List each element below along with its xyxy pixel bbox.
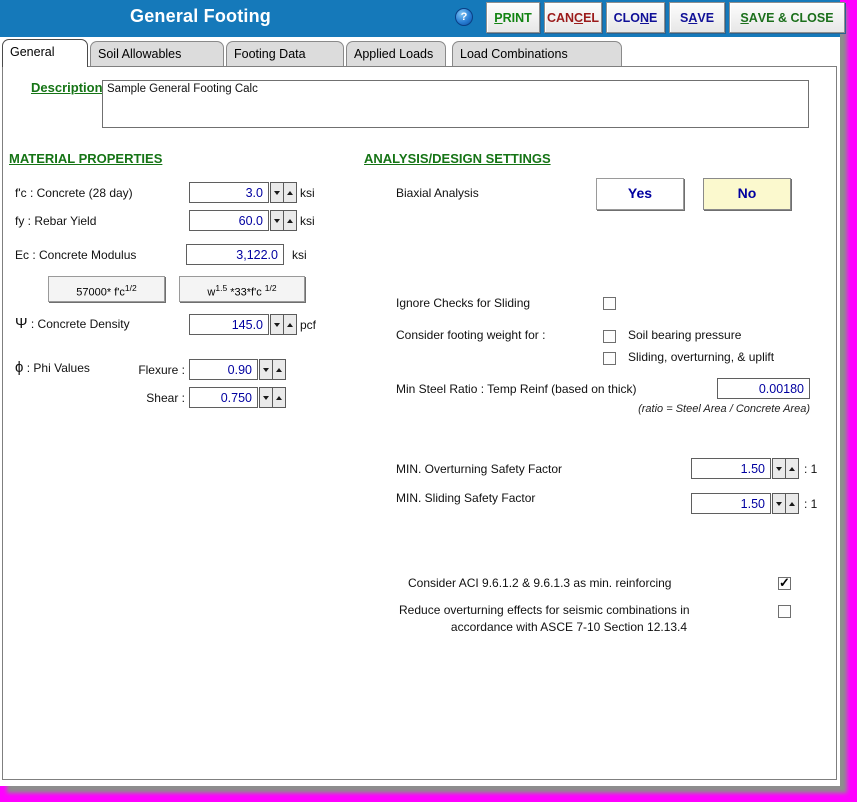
flexure-label: Flexure : xyxy=(138,363,185,377)
ec-formula-lightweight-button[interactable]: w1.5 *33*f'c 1/2 xyxy=(179,276,305,302)
fy-unit: ksi xyxy=(300,214,315,228)
fy-label: fy : Rebar Yield xyxy=(15,214,97,228)
spinner-up-icon[interactable] xyxy=(785,458,799,479)
spinner-down-icon[interactable] xyxy=(259,387,273,408)
tab-applied-loads[interactable]: Applied Loads xyxy=(346,41,446,67)
window-title: General Footing xyxy=(130,6,272,26)
spinner-down-icon[interactable] xyxy=(270,182,284,203)
description-input[interactable]: Sample General Footing Calc xyxy=(102,80,809,128)
ec-unit: ksi xyxy=(292,248,307,262)
sliding-sf-label: MIN. Sliding Safety Factor xyxy=(396,491,536,505)
density-spinner xyxy=(270,314,297,335)
title-bar-buttons: PRINT CANCEL CLONE SAVE SAVE & CLOSE xyxy=(486,2,845,33)
sliding-sf-suffix: : 1 xyxy=(804,497,818,511)
min-steel-ratio-label: Min Steel Ratio : Temp Reinf (based on t… xyxy=(396,382,637,396)
fc-unit: ksi xyxy=(300,186,315,200)
tab-general[interactable]: General xyxy=(2,39,88,67)
analysis-settings-header: ANALYSIS/DESIGN SETTINGS xyxy=(364,151,551,166)
min-steel-ratio-input[interactable] xyxy=(717,378,810,399)
tab-load-combinations[interactable]: Load Combinations xyxy=(452,41,622,67)
shear-input[interactable] xyxy=(189,387,258,408)
density-unit: pcf xyxy=(300,318,317,332)
fc-label: f'c : Concrete (28 day) xyxy=(15,186,133,200)
sliding-uplift-checkbox[interactable] xyxy=(603,352,616,365)
flexure-spinner xyxy=(259,359,286,380)
help-icon[interactable]: ? xyxy=(455,8,473,26)
overturning-sf-label: MIN. Overturning Safety Factor xyxy=(396,462,563,476)
description-label: Description xyxy=(31,80,103,95)
sliding-sf-spinner xyxy=(772,493,799,514)
general-footing-window: General Footing ? PRINT CANCEL CLONE SAV… xyxy=(0,0,845,786)
spinner-up-icon[interactable] xyxy=(283,182,297,203)
overturning-sf-input[interactable] xyxy=(691,458,771,479)
density-label: Ψ : Concrete Density xyxy=(15,315,130,332)
seismic-reduce-label-line1: Reduce overturning effects for seismic c… xyxy=(399,603,690,617)
sliding-uplift-label: Sliding, overturning, & uplift xyxy=(628,350,775,364)
steel-ratio-note: (ratio = Steel Area / Concrete Area) xyxy=(638,403,810,415)
save-close-button[interactable]: SAVE & CLOSE xyxy=(729,2,845,33)
overturning-sf-suffix: : 1 xyxy=(804,462,818,476)
ignore-sliding-label: Ignore Checks for Sliding xyxy=(396,296,531,310)
spinner-up-icon[interactable] xyxy=(283,210,297,231)
spinner-up-icon[interactable] xyxy=(272,387,286,408)
ec-label: Ec : Concrete Modulus xyxy=(15,248,137,262)
aci-min-reinf-label: Consider ACI 9.6.1.2 & 9.6.1.3 as min. r… xyxy=(408,576,672,590)
fc-input[interactable] xyxy=(189,182,269,203)
spinner-up-icon[interactable] xyxy=(272,359,286,380)
shear-label: Shear : xyxy=(146,391,185,405)
title-bar: General Footing ? PRINT CANCEL CLONE SAV… xyxy=(0,0,845,37)
fy-input[interactable] xyxy=(189,210,269,231)
fc-spinner xyxy=(270,182,297,203)
seismic-reduce-checkbox[interactable] xyxy=(778,605,791,618)
clone-button[interactable]: CLONE xyxy=(606,2,665,33)
psi-symbol: Ψ xyxy=(15,315,28,332)
spinner-down-icon[interactable] xyxy=(259,359,273,380)
fy-spinner xyxy=(270,210,297,231)
density-input[interactable] xyxy=(189,314,269,335)
spinner-down-icon[interactable] xyxy=(772,458,786,479)
seismic-reduce-label-line2: accordance with ASCE 7-10 Section 12.13.… xyxy=(450,620,688,634)
flexure-input[interactable] xyxy=(189,359,258,380)
general-tab-panel: Description Sample General Footing Calc … xyxy=(2,66,837,780)
ec-formula-normal-button[interactable]: 57000* f'c1/2 xyxy=(48,276,165,302)
save-button[interactable]: SAVE xyxy=(669,2,725,33)
biaxial-yes-button[interactable]: Yes xyxy=(596,178,684,210)
shear-spinner xyxy=(259,387,286,408)
soil-bearing-checkbox[interactable] xyxy=(603,330,616,343)
spinner-up-icon[interactable] xyxy=(785,493,799,514)
sliding-sf-input[interactable] xyxy=(691,493,771,514)
overturning-sf-spinner xyxy=(772,458,799,479)
phi-label: ϕ : Phi Values xyxy=(15,359,90,376)
material-properties-header: MATERIAL PROPERTIES xyxy=(9,151,163,166)
spinner-down-icon[interactable] xyxy=(270,210,284,231)
biaxial-label: Biaxial Analysis xyxy=(396,186,479,200)
print-button[interactable]: PRINT xyxy=(486,2,540,33)
biaxial-no-button[interactable]: No xyxy=(703,178,791,210)
cancel-button[interactable]: CANCEL xyxy=(544,2,602,33)
spinner-down-icon[interactable] xyxy=(270,314,284,335)
aci-min-reinf-checkbox[interactable] xyxy=(778,575,791,591)
ignore-sliding-checkbox[interactable] xyxy=(603,297,616,310)
footing-weight-label: Consider footing weight for : xyxy=(396,328,546,342)
spinner-down-icon[interactable] xyxy=(772,493,786,514)
tab-soil-allowables[interactable]: Soil Allowables xyxy=(90,41,224,67)
tab-footing-data[interactable]: Footing Data xyxy=(226,41,344,67)
soil-bearing-label: Soil bearing pressure xyxy=(628,328,742,342)
ec-input[interactable] xyxy=(186,244,284,265)
spinner-up-icon[interactable] xyxy=(283,314,297,335)
